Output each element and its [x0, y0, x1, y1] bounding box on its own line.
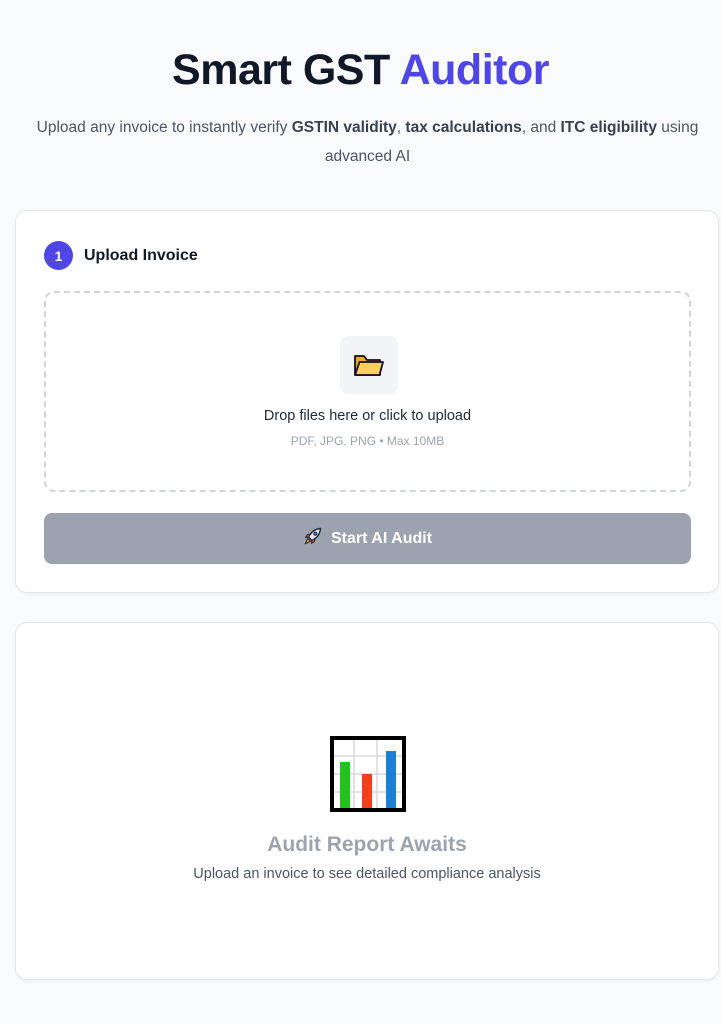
report-card: Audit Report Awaits Upload an invoice to… [15, 622, 719, 980]
bar-chart-icon [330, 736, 406, 812]
folder-icon [340, 336, 398, 394]
dropzone-title: Drop files here or click to upload [263, 408, 472, 424]
title-accent: Auditor [399, 46, 550, 94]
subtitle-emphasis-itc: ITC eligibility [560, 119, 657, 136]
title-main: Smart GST [172, 46, 400, 94]
subtitle-emphasis-gstin: GSTIN validity [291, 119, 397, 136]
page-title: Smart GST Auditor [0, 46, 721, 95]
start-audit-label: Start AI Audit [330, 529, 433, 547]
rocket-icon [303, 526, 323, 551]
subtitle-text: Upload any invoice to instantly verify [36, 119, 292, 136]
dropzone-hint: PDF, JPG, PNG • Max 10MB [290, 434, 445, 448]
subtitle-text: , and [521, 119, 561, 136]
step-number-badge: 1 [44, 241, 73, 270]
subtitle-emphasis-tax: tax calculations [405, 119, 522, 136]
page: Smart GST Auditor Upload any invoice to … [0, 0, 721, 1024]
report-placeholder-subtitle: Upload an invoice to see detailed compli… [193, 866, 541, 882]
file-dropzone[interactable]: Drop files here or click to upload PDF, … [44, 291, 691, 492]
page-subtitle: Upload any invoice to instantly verify G… [20, 113, 715, 171]
step-header: 1 Upload Invoice [44, 241, 198, 270]
report-placeholder-title: Audit Report Awaits [267, 833, 467, 856]
upload-card: 1 Upload Invoice Drop files here or clic… [15, 210, 719, 593]
start-audit-button[interactable]: Start AI Audit [44, 513, 691, 564]
step-label: Upload Invoice [84, 246, 198, 264]
